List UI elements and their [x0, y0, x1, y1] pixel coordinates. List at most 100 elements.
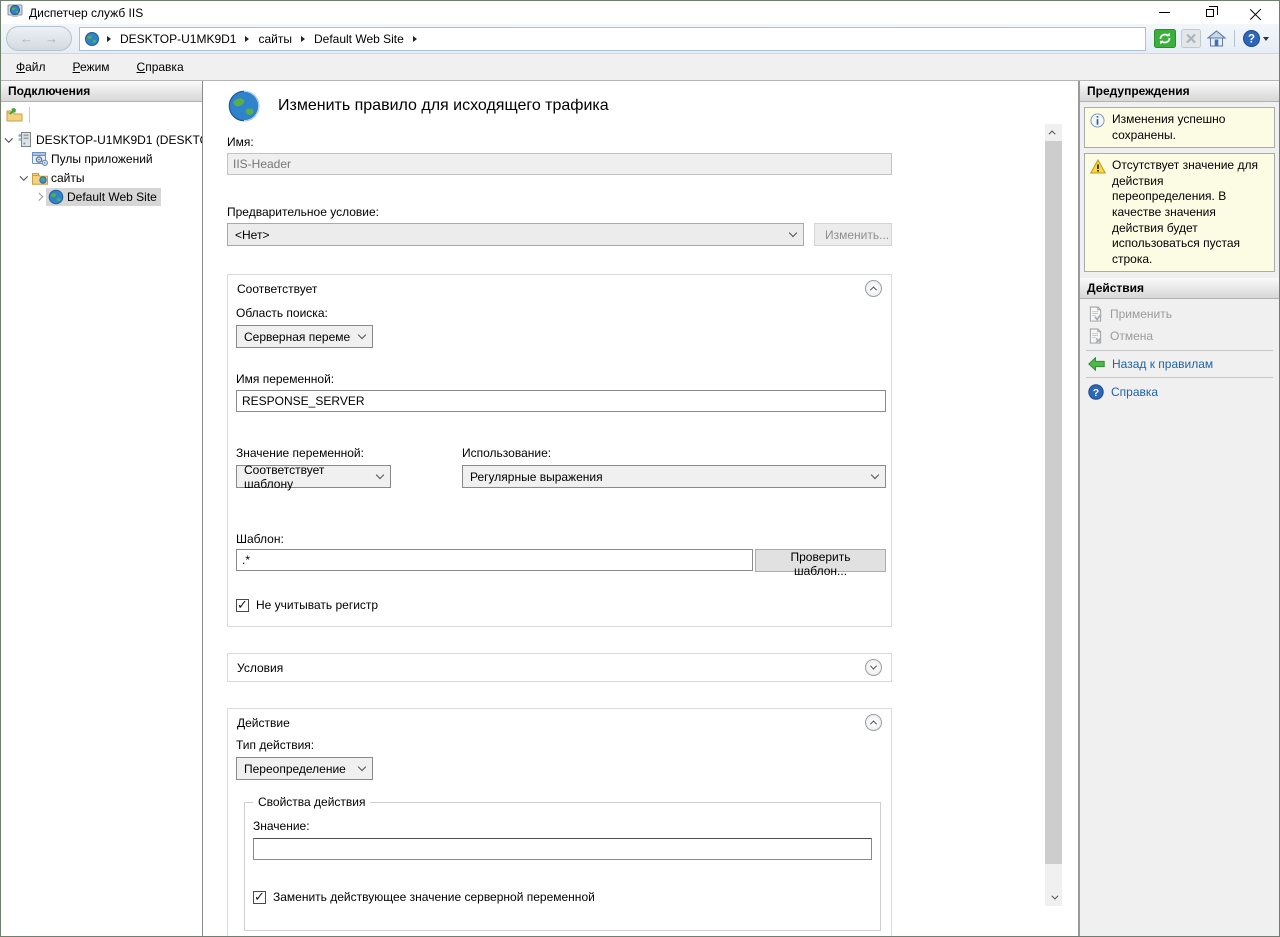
back-icon[interactable]: ←	[20, 31, 33, 46]
action-type-value: Переопределение	[244, 762, 346, 776]
tree-item-default-web-site[interactable]: Default Web Site	[1, 187, 202, 206]
scroll-up-arrow[interactable]	[1045, 124, 1062, 141]
help-button[interactable]: ?	[1242, 29, 1269, 48]
using-value: Регулярные выражения	[470, 470, 603, 484]
tree-item-sites[interactable]: сайты	[1, 168, 202, 187]
cancel-label: Отмена	[1110, 329, 1153, 343]
tree-item-server[interactable]: DESKTOP-U1MK9D1 (DESKTOI	[1, 130, 202, 149]
toolbar-separator	[29, 107, 30, 123]
breadcrumb-arrow-icon	[301, 36, 305, 42]
match-section-header[interactable]: Соответствует	[228, 275, 891, 302]
collapse-section-icon[interactable]	[865, 714, 882, 731]
menu-help[interactable]: Справка	[137, 60, 184, 74]
breadcrumb-item-server[interactable]: DESKTOP-U1MK9D1	[118, 32, 238, 46]
iis-manager-window: Диспетчер служб IIS ← → DESKTOP-U1MK9D1 …	[0, 0, 1280, 937]
window-title: Диспетчер служб IIS	[29, 6, 143, 20]
action-type-select[interactable]: Переопределение	[236, 757, 373, 780]
precondition-select[interactable]: <Нет>	[227, 223, 804, 246]
expander-down-icon[interactable]	[1, 137, 16, 143]
chevron-down-icon	[358, 331, 366, 339]
collapse-section-icon[interactable]	[865, 280, 882, 297]
edit-precondition-button[interactable]: Изменить...	[814, 223, 892, 246]
connections-header: Подключения	[1, 81, 202, 102]
app-icon	[7, 3, 23, 22]
value-input[interactable]	[253, 838, 872, 860]
apply-label: Применить	[1110, 307, 1172, 321]
address-bar: ← → DESKTOP-U1MK9D1 сайты Default Web Si…	[1, 24, 1279, 54]
restore-button[interactable]	[1187, 1, 1233, 24]
chevron-down-icon	[871, 471, 879, 479]
scope-select[interactable]: Серверная переменн	[236, 325, 373, 348]
svg-text:?: ?	[1248, 34, 1255, 46]
expander-down-icon[interactable]	[16, 175, 31, 181]
help-label: Справка	[1111, 385, 1158, 399]
minimize-button[interactable]	[1141, 1, 1187, 24]
apply-action[interactable]: Применить	[1080, 303, 1279, 325]
test-pattern-button[interactable]: Проверить шаблон...	[755, 549, 886, 572]
match-section-title: Соответствует	[237, 282, 317, 296]
back-to-rules-label: Назад к правилам	[1112, 357, 1213, 371]
variable-value-select[interactable]: Соответствует шаблону	[236, 465, 391, 488]
breadcrumb[interactable]: DESKTOP-U1MK9D1 сайты Default Web Site	[79, 27, 1146, 51]
using-label: Использование:	[462, 446, 886, 460]
expander-right-icon[interactable]	[31, 194, 46, 200]
warning-notice: Отсутствует значение для действия переоп…	[1084, 153, 1275, 272]
sites-folder-icon	[31, 171, 48, 185]
breadcrumb-item-sites[interactable]: сайты	[256, 32, 294, 46]
back-arrow-icon	[1088, 357, 1105, 371]
cancel-action[interactable]: Отмена	[1080, 325, 1279, 347]
close-icon	[1250, 7, 1262, 19]
vertical-scrollbar[interactable]	[1045, 124, 1062, 906]
variable-value-label: Значение переменной:	[236, 446, 462, 460]
pattern-input[interactable]	[236, 549, 753, 571]
replace-value-label: Заменить действующее значение серверной …	[273, 890, 595, 904]
breadcrumb-item-site[interactable]: Default Web Site	[312, 32, 406, 46]
pattern-label: Шаблон:	[236, 532, 886, 546]
warning-icon	[1090, 158, 1106, 267]
using-select[interactable]: Регулярные выражения	[462, 465, 886, 488]
variable-name-input[interactable]	[236, 390, 886, 412]
conditions-section: Условия	[227, 653, 892, 682]
tree-item-app-pools-label: Пулы приложений	[51, 152, 153, 166]
app-pools-icon	[31, 151, 48, 166]
back-to-rules-action[interactable]: Назад к правилам	[1080, 354, 1279, 374]
ignore-case-checkbox[interactable]	[236, 599, 249, 612]
site-globe-icon	[47, 189, 64, 205]
close-button[interactable]	[1233, 1, 1279, 24]
apply-icon	[1088, 306, 1103, 322]
scroll-down-arrow[interactable]	[1045, 889, 1062, 906]
connections-toolbar	[1, 102, 202, 127]
home-button[interactable]	[1206, 29, 1227, 48]
info-notice-text: Изменения успешно сохранены.	[1112, 112, 1269, 143]
expand-section-icon[interactable]	[865, 659, 882, 676]
conditions-section-header[interactable]: Условия	[228, 654, 891, 681]
value-label: Значение:	[253, 819, 872, 833]
svg-text:?: ?	[1093, 387, 1099, 399]
match-section: Соответствует Область поиска: Серверная …	[227, 274, 892, 627]
page-title: Изменить правило для исходящего трафика	[278, 97, 609, 115]
help-action[interactable]: ? Справка	[1080, 381, 1279, 403]
name-input	[227, 153, 892, 175]
replace-value-checkbox[interactable]	[253, 891, 266, 904]
stop-button-disabled	[1181, 29, 1201, 48]
menu-file[interactable]: Файл	[16, 60, 46, 74]
menu-mode[interactable]: Режим	[73, 60, 110, 74]
action-section-header[interactable]: Действие	[228, 709, 891, 736]
scrollbar-thumb[interactable]	[1045, 141, 1062, 864]
connections-panel: Подключения DESKTOP-U1MK9D1 (DESKTOI	[1, 81, 203, 936]
help-menu-caret-icon[interactable]	[1263, 37, 1269, 41]
save-connection-icon[interactable]	[6, 107, 23, 123]
scope-label: Область поиска:	[236, 306, 886, 320]
tree-item-default-web-site-label: Default Web Site	[67, 190, 157, 204]
action-properties-legend: Свойства действия	[253, 795, 370, 809]
action-section-title: Действие	[237, 716, 290, 730]
connections-tree: DESKTOP-U1MK9D1 (DESKTOI Пулы приложений	[1, 127, 202, 206]
right-panel: Предупреждения Изменения успешно сохране…	[1079, 81, 1279, 936]
refresh-button[interactable]	[1154, 29, 1176, 48]
selected-tree-item[interactable]: Default Web Site	[46, 188, 161, 206]
breadcrumb-arrow-icon	[107, 36, 111, 42]
tree-item-sites-label: сайты	[51, 171, 85, 185]
tree-item-app-pools[interactable]: Пулы приложений	[1, 149, 202, 168]
nav-back-forward[interactable]: ← →	[6, 26, 72, 51]
forward-icon[interactable]: →	[45, 31, 58, 46]
